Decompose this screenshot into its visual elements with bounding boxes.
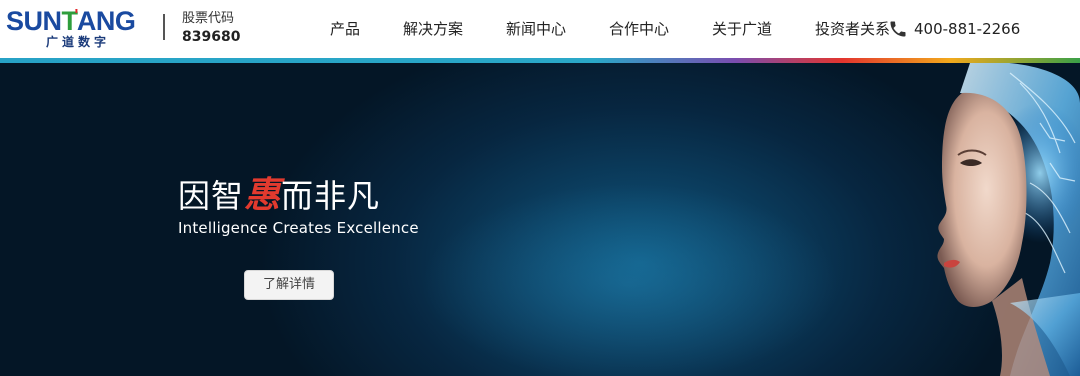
ai-portrait-image [937, 63, 1080, 376]
slogan-cn-highlight: 惠 [244, 174, 282, 216]
logo-subtitle: 广道数字 [46, 35, 111, 49]
slogan-cn-after: 而非凡 [281, 177, 381, 215]
site-header: SUNT'ANG 广道数字 股票代码 839680 产品 解决方案 新闻中心 合… [0, 0, 1080, 58]
stock-info: 股票代码 839680 [182, 10, 252, 47]
slogan-cn-before: 因智 [178, 177, 245, 215]
nav-item-partners[interactable]: 合作中心 [609, 18, 669, 40]
learn-more-button[interactable]: 了解详情 [244, 270, 334, 300]
hero-slogan: 因智惠而非凡 Intelligence Creates Excellence [178, 175, 419, 238]
suntang-logo[interactable]: SUNT'ANG 广道数字 [6, 6, 152, 52]
hero-banner: 因智惠而非凡 Intelligence Creates Excellence 了… [0, 63, 1080, 376]
nav-item-investors[interactable]: 投资者关系 [815, 18, 890, 40]
hero-glow [420, 183, 840, 376]
phone-icon [888, 19, 908, 39]
nav-item-products[interactable]: 产品 [330, 18, 360, 40]
logo-part-accent: ' [74, 7, 79, 24]
logo-divider [163, 14, 165, 40]
stock-label: 股票代码 [182, 11, 235, 26]
logo-part-ang: ANG [76, 6, 136, 36]
nav-item-news[interactable]: 新闻中心 [506, 18, 566, 40]
stock-code: 839680 [182, 29, 241, 45]
slogan-chinese: 因智惠而非凡 [178, 175, 418, 216]
nav-item-about[interactable]: 关于广道 [712, 18, 772, 40]
phone-contact[interactable]: 400-881-2266 [888, 17, 1020, 41]
phone-number: 400-881-2266 [914, 20, 1021, 38]
nav-item-solutions[interactable]: 解决方案 [403, 18, 463, 40]
slogan-english: Intelligence Creates Excellence [178, 219, 419, 237]
logo-part-sun: SUN [6, 6, 62, 36]
